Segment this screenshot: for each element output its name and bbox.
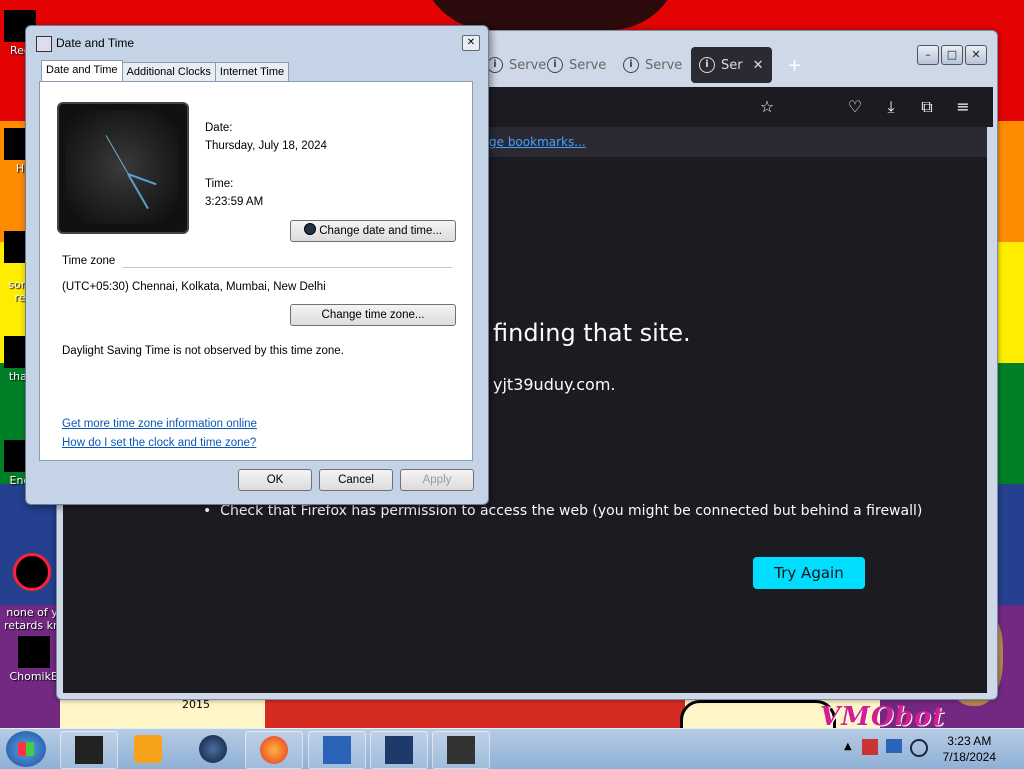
tab-strip: i Serve i Serve i Serve i Ser ✕ + <box>487 47 807 85</box>
clock-app-icon <box>36 36 52 52</box>
tab-date-and-time[interactable]: Date and Time <box>41 60 123 81</box>
browser-tab-active[interactable]: i Ser ✕ <box>691 47 772 83</box>
tab-panel: Date: Thursday, July 18, 2024 Time: 3:23… <box>39 81 473 461</box>
tab-label: Serve <box>509 57 547 73</box>
taskbar-app[interactable] <box>370 731 428 769</box>
info-icon: i <box>487 57 503 73</box>
app-icon <box>75 736 103 764</box>
app-icon <box>18 636 50 668</box>
window-controls: – □ ✕ <box>917 45 987 65</box>
time-zone-info-link[interactable]: Get more time zone information online <box>62 418 257 430</box>
download-icon[interactable]: ⤓ <box>881 97 901 117</box>
desktop-icon-label: none of y retards kn <box>4 606 60 632</box>
browser-tab[interactable]: i Serve <box>623 47 682 83</box>
ok-button[interactable]: OK <box>238 469 312 491</box>
clock-time: 3:23 AM <box>947 734 992 748</box>
date-time-dialog: Date and Time ✕ Date and Time Additional… <box>25 25 489 505</box>
app-icon <box>13 553 51 591</box>
menu-icon[interactable]: ≡ <box>953 97 973 117</box>
date-time-app-icon <box>447 736 475 764</box>
browser-tab[interactable]: i Serve <box>547 47 606 83</box>
error-title: finding that site. <box>493 319 691 347</box>
network-icon[interactable] <box>886 739 902 753</box>
close-icon[interactable]: ✕ <box>462 35 480 51</box>
change-date-time-button[interactable]: Change date and time... <box>290 220 456 242</box>
extensions-icon[interactable]: ⧉ <box>917 97 937 117</box>
bookmark-star-icon[interactable]: ☆ <box>757 97 777 117</box>
tray-app-icon[interactable] <box>862 739 878 755</box>
taskbar-app[interactable] <box>432 731 490 769</box>
divider <box>122 267 452 268</box>
wallpaper-art-shape <box>680 700 836 728</box>
pocket-icon[interactable]: ♡ <box>845 97 865 117</box>
desktop-icon-label: ChomikB <box>9 670 59 683</box>
virtualbox-icon <box>323 736 351 764</box>
clock-face <box>65 110 179 224</box>
show-hidden-icons-icon[interactable]: ▲ <box>844 741 852 752</box>
taskbar-app[interactable] <box>120 731 176 767</box>
system-tray: ▲ 3:23 AM 7/18/2024 <box>834 729 1024 769</box>
info-icon: i <box>623 57 639 73</box>
apply-button[interactable]: Apply <box>400 469 474 491</box>
app-icon <box>385 736 413 764</box>
taskbar: ▲ 3:23 AM 7/18/2024 <box>0 728 1024 769</box>
wallpaper-art-red <box>265 700 685 728</box>
volume-icon[interactable] <box>910 739 928 757</box>
minimize-button[interactable]: – <box>917 45 939 65</box>
taskbar-app[interactable] <box>308 731 366 769</box>
shield-icon <box>304 223 317 235</box>
start-button[interactable] <box>6 731 46 767</box>
browser-tab[interactable]: i Serve <box>487 47 546 83</box>
media-player-icon <box>134 735 162 763</box>
tab-label: Ser <box>721 57 743 73</box>
analog-clock <box>57 102 189 234</box>
error-bullet: • Check that Firefox has permission to a… <box>203 503 923 519</box>
date-label: Date: <box>205 122 233 134</box>
dialog-tabs: Date and Time Additional Clocks Internet… <box>41 60 290 82</box>
tab-additional-clocks[interactable]: Additional Clocks <box>121 62 216 81</box>
second-hand <box>105 135 129 174</box>
tab-label: Serve <box>569 57 607 73</box>
clock-date: 7/18/2024 <box>942 750 996 764</box>
dst-note: Daylight Saving Time is not observed by … <box>62 345 344 357</box>
firefox-icon <box>260 736 288 764</box>
maximize-button[interactable]: □ <box>941 45 963 65</box>
desktop-icon-6[interactable]: none of y retards kn <box>0 540 64 632</box>
change-time-zone-button[interactable]: Change time zone... <box>290 304 456 326</box>
cancel-button[interactable]: Cancel <box>319 469 393 491</box>
taskbar-app[interactable] <box>60 731 118 769</box>
time-zone-header: Time zone <box>62 255 116 267</box>
tab-label: Serve <box>645 57 683 73</box>
time-zone-value: (UTC+05:30) Chennai, Kolkata, Mumbai, Ne… <box>62 281 326 293</box>
tab-internet-time[interactable]: Internet Time <box>214 62 290 81</box>
app-icon <box>199 735 227 763</box>
watermark: VMObot <box>820 702 946 728</box>
error-subtitle: yjt39uduy.com. <box>493 375 616 394</box>
info-icon: i <box>699 57 715 73</box>
import-bookmarks-link[interactable]: ge bookmarks... <box>489 135 586 149</box>
date-value: Thursday, July 18, 2024 <box>205 140 327 152</box>
try-again-button[interactable]: Try Again <box>753 557 865 589</box>
close-tab-icon[interactable]: ✕ <box>753 58 764 73</box>
taskbar-clock[interactable]: 3:23 AM 7/18/2024 <box>943 733 996 765</box>
windows-logo-icon <box>18 742 34 756</box>
time-label: Time: <box>205 178 234 190</box>
taskbar-app[interactable] <box>245 731 303 769</box>
bullet-text: Check that Firefox has permission to acc… <box>220 503 923 519</box>
button-label: Change date and time... <box>319 225 442 237</box>
info-icon: i <box>547 57 563 73</box>
help-link[interactable]: How do I set the clock and time zone? <box>62 437 256 449</box>
desktop-icon-label: H <box>15 162 25 175</box>
taskbar-app[interactable] <box>185 731 241 767</box>
close-button[interactable]: ✕ <box>965 45 987 65</box>
dialog-title: Date and Time <box>56 36 135 50</box>
new-tab-button[interactable]: + <box>787 47 802 83</box>
time-value: 3:23:59 AM <box>205 196 264 208</box>
